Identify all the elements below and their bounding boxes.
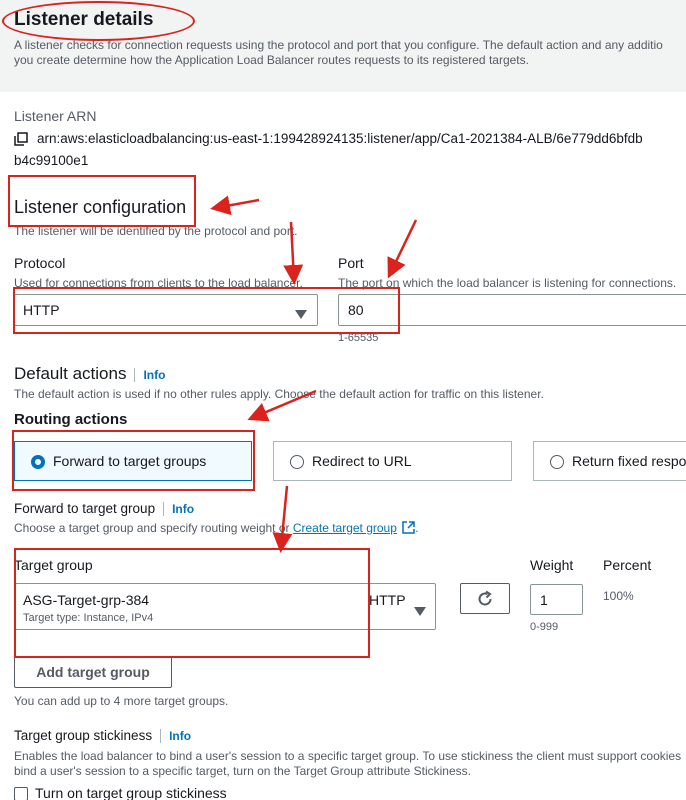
target-group-select[interactable]: ASG-Target-grp-384 Target type: Instance… xyxy=(14,583,436,630)
refresh-icon xyxy=(476,590,494,611)
add-target-group-button[interactable]: Add target group xyxy=(14,656,172,688)
stickiness-desc-2: bind a user's session to a specific targ… xyxy=(14,764,471,778)
radio-return-label: Return fixed respo xyxy=(572,453,686,469)
create-target-group-link[interactable]: Create target group xyxy=(293,521,397,535)
forward-info-link[interactable]: Info xyxy=(172,502,194,516)
forward-desc-text: Choose a target group and specify routin… xyxy=(14,521,293,535)
copy-icon[interactable] xyxy=(14,132,28,146)
port-constraint: 1-65535 xyxy=(338,332,379,344)
listener-arn-value-2: b4c99100e1 xyxy=(14,153,89,168)
percent-value: 100% xyxy=(603,589,634,603)
stickiness-desc-1: Enables the load balancer to bind a user… xyxy=(14,749,682,763)
listener-configuration-title: Listener configuration xyxy=(14,197,187,217)
forward-desc: Choose a target group and specify routin… xyxy=(14,520,419,538)
default-actions-title-row: Default actions Info xyxy=(14,364,165,384)
radio-return-fixed-response[interactable]: Return fixed respo xyxy=(533,441,686,481)
target-group-protocol: HTTP xyxy=(369,592,406,608)
caret-down-icon xyxy=(295,306,307,324)
external-link-icon[interactable] xyxy=(402,521,415,538)
radio-button xyxy=(290,455,304,469)
weight-column-label: Weight xyxy=(530,557,574,573)
forward-desc-suffix: . xyxy=(415,521,419,535)
listener-arn-label: Listener ARN xyxy=(14,108,97,124)
add-target-group-note: You can add up to 4 more target groups. xyxy=(14,694,229,708)
stickiness-checkbox[interactable] xyxy=(14,787,28,800)
stickiness-title-row: Target group stickiness Info xyxy=(14,728,191,744)
port-input[interactable]: 80 xyxy=(338,294,686,326)
default-actions-title: Default actions xyxy=(14,364,127,383)
forward-title-row: Forward to target group Info xyxy=(14,501,194,517)
radio-button xyxy=(550,455,564,469)
target-group-value: ASG-Target-grp-384 xyxy=(23,592,150,608)
protocol-desc: Used for connections from clients to the… xyxy=(14,276,303,290)
listener-details-desc-1: A listener checks for connection request… xyxy=(14,38,663,52)
protocol-select[interactable]: HTTP xyxy=(14,294,318,326)
protocol-label: Protocol xyxy=(14,255,66,271)
stickiness-info-link[interactable]: Info xyxy=(169,729,191,743)
separator xyxy=(163,502,165,517)
radio-forward-label: Forward to target groups xyxy=(53,453,207,469)
stickiness-checkbox-label: Turn on target group stickiness xyxy=(35,785,227,800)
percent-column-label: Percent xyxy=(603,557,652,573)
port-desc: The port on which the load balancer is l… xyxy=(338,276,677,290)
port-input-value: 80 xyxy=(348,302,364,318)
radio-redirect-to-url[interactable]: Redirect to URL xyxy=(273,441,512,481)
listener-details-title: Listener details xyxy=(14,9,154,30)
target-group-type: Target type: Instance, IPv4 xyxy=(23,612,154,624)
radio-redirect-label: Redirect to URL xyxy=(312,453,412,469)
port-label: Port xyxy=(338,255,364,271)
radio-button xyxy=(31,455,45,469)
caret-down-icon xyxy=(414,603,426,621)
separator xyxy=(134,367,136,382)
protocol-select-value: HTTP xyxy=(23,302,60,318)
listener-arn-value-1: arn:aws:elasticloadbalancing:us-east-1:1… xyxy=(37,131,643,146)
listener-configuration-desc: The listener will be identified by the p… xyxy=(14,224,298,238)
refresh-button[interactable] xyxy=(460,583,510,614)
radio-forward-to-target-groups[interactable]: Forward to target groups xyxy=(14,441,252,481)
weight-input-value: 1 xyxy=(540,592,548,608)
routing-actions-title: Routing actions xyxy=(14,411,128,428)
weight-input[interactable]: 1 xyxy=(530,584,583,615)
forward-title: Forward to target group xyxy=(14,501,156,516)
weight-constraint: 0-999 xyxy=(530,621,559,633)
default-actions-info-link[interactable]: Info xyxy=(143,368,165,382)
default-actions-desc: The default action is used if no other r… xyxy=(14,387,544,401)
stickiness-title: Target group stickiness xyxy=(14,728,153,743)
listener-details-desc-2: you create determine how the Application… xyxy=(14,53,529,67)
target-group-column-label: Target group xyxy=(14,557,93,573)
separator xyxy=(160,729,162,744)
